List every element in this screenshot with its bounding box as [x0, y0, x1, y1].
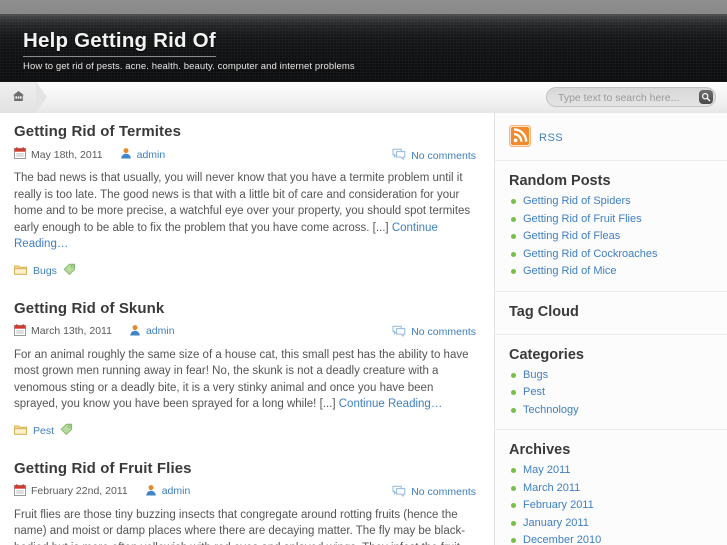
post-footer: Bugs — [14, 262, 480, 280]
user-icon — [129, 324, 141, 339]
widget-categories: Categories Bugs Pest Technology — [495, 335, 727, 430]
user-icon — [145, 484, 157, 499]
calendar-icon — [14, 323, 26, 339]
widget-rss: RSS — [495, 113, 727, 161]
archive-link[interactable]: January 2011 — [523, 517, 589, 529]
post-author-link[interactable]: admin — [137, 149, 166, 161]
user-icon — [120, 147, 132, 162]
post-categories[interactable]: Pest — [33, 425, 54, 437]
archive-link[interactable]: February 2011 — [523, 499, 594, 511]
category-link[interactable]: Pest — [523, 386, 545, 398]
list-item[interactable]: December 2010 — [509, 532, 713, 545]
widget-random-posts: Random Posts Getting Rid of Spiders Gett… — [495, 161, 727, 292]
post-comments[interactable]: No comments — [392, 325, 476, 340]
post-comments[interactable]: No comments — [392, 485, 476, 500]
archive-link[interactable]: March 2011 — [523, 482, 580, 494]
post-title[interactable]: Getting Rid of Termites — [14, 123, 480, 140]
calendar-icon — [14, 483, 26, 499]
search-input[interactable] — [556, 88, 690, 108]
post-comments[interactable]: No comments — [392, 148, 476, 163]
post-categories[interactable]: Bugs — [33, 265, 57, 277]
rss-icon — [509, 125, 531, 150]
post-author-link[interactable]: admin — [146, 325, 175, 337]
archives-list: May 2011 March 2011 February 2011 Januar… — [509, 462, 713, 545]
breadcrumb-home-tab[interactable] — [0, 82, 47, 113]
post-date: May 18th, 2011 — [31, 148, 103, 161]
categories-list: Bugs Pest Technology — [509, 367, 713, 420]
post-author-link[interactable]: admin — [162, 485, 191, 497]
random-post-link[interactable]: Getting Rid of Fruit Flies — [523, 213, 642, 225]
list-item[interactable]: Getting Rid of Fleas — [509, 228, 713, 246]
rss-row[interactable]: RSS — [509, 125, 713, 150]
site-title[interactable]: Help Getting Rid Of — [23, 30, 216, 57]
widget-title-archives: Archives — [509, 442, 571, 458]
folder-icon — [14, 264, 27, 278]
random-post-link[interactable]: Getting Rid of Mice — [523, 265, 617, 277]
post-meta: May 18th, 2011 admin No comments — [14, 147, 480, 163]
breadcrumb-bar — [0, 82, 727, 114]
post-excerpt: Fruit flies are those tiny buzzing insec… — [14, 507, 480, 545]
list-item[interactable]: Pest — [509, 384, 713, 402]
comment-bubble-icon — [392, 148, 406, 163]
post-title[interactable]: Getting Rid of Skunk — [14, 300, 480, 317]
continue-reading-link[interactable]: Continue Reading… — [339, 398, 443, 410]
random-post-link[interactable]: Getting Rid of Spiders — [523, 195, 631, 207]
widget-title-tag-cloud: Tag Cloud — [509, 303, 579, 320]
post-meta: March 13th, 2011 admin No comments — [14, 323, 480, 340]
list-item[interactable]: May 2011 — [509, 462, 713, 480]
list-item[interactable]: January 2011 — [509, 515, 713, 533]
site-header: Help Getting Rid Of How to get rid of pe… — [0, 14, 727, 82]
post-comments-label: No comments — [411, 486, 476, 498]
category-link[interactable]: Bugs — [523, 369, 548, 381]
list-item[interactable]: Bugs — [509, 367, 713, 385]
rss-label[interactable]: RSS — [539, 132, 563, 144]
post-date: February 22nd, 2011 — [31, 485, 128, 497]
widget-title-categories: Categories — [509, 346, 584, 363]
random-posts-list: Getting Rid of Spiders Getting Rid of Fr… — [509, 193, 713, 281]
widget-archives: Archives May 2011 March 2011 February 20… — [495, 430, 727, 545]
home-icon — [12, 90, 25, 105]
site-tagline: How to get rid of pests. acne. health. b… — [23, 61, 355, 72]
search-icon — [701, 90, 711, 105]
post-excerpt: For an animal roughly the same size of a… — [14, 347, 480, 413]
folder-icon — [14, 424, 27, 438]
list-item[interactable]: Getting Rid of Mice — [509, 263, 713, 281]
widget-tag-cloud: Tag Cloud — [495, 292, 727, 335]
page-root: Help Getting Rid Of How to get rid of pe… — [0, 0, 727, 545]
comment-bubble-icon — [392, 325, 406, 340]
list-item[interactable]: Technology — [509, 402, 713, 420]
random-post-link[interactable]: Getting Rid of Cockroaches — [523, 248, 658, 260]
post-comments-label: No comments — [411, 326, 476, 338]
list-item[interactable]: Getting Rid of Cockroaches — [509, 246, 713, 264]
category-link[interactable]: Technology — [523, 404, 579, 416]
post-excerpt: The bad news is that usually, you will n… — [14, 170, 480, 253]
sidebar: RSS Random Posts Getting Rid of Spiders … — [495, 113, 727, 545]
list-item[interactable]: Getting Rid of Spiders — [509, 193, 713, 211]
post-excerpt-text: Fruit flies are those tiny buzzing insec… — [14, 508, 466, 545]
list-item[interactable]: Getting Rid of Fruit Flies — [509, 211, 713, 229]
comment-bubble-icon — [392, 485, 406, 500]
post-footer: Pest — [14, 422, 480, 440]
post-item: Getting Rid of Skunk March 13th, 2011 ad… — [0, 290, 494, 440]
top-strip — [0, 0, 727, 14]
post-title[interactable]: Getting Rid of Fruit Flies — [14, 460, 480, 477]
post-list: Getting Rid of Termites May 18th, 2011 a… — [0, 113, 494, 545]
site-branding: Help Getting Rid Of How to get rid of pe… — [23, 30, 355, 73]
search-button[interactable] — [699, 90, 713, 104]
list-item[interactable]: February 2011 — [509, 497, 713, 515]
post-date: March 13th, 2011 — [31, 325, 112, 337]
post-comments-label: No comments — [411, 149, 476, 162]
random-post-link[interactable]: Getting Rid of Fleas — [523, 230, 620, 242]
tag-icon — [60, 423, 73, 438]
list-item[interactable]: March 2011 — [509, 480, 713, 498]
search-box[interactable] — [546, 87, 716, 108]
archive-link[interactable]: December 2010 — [523, 534, 601, 545]
widget-title-random-posts: Random Posts — [509, 173, 611, 189]
calendar-icon — [14, 147, 26, 162]
tag-icon — [63, 263, 76, 278]
archive-link[interactable]: May 2011 — [523, 464, 571, 476]
post-item: Getting Rid of Termites May 18th, 2011 a… — [0, 113, 494, 280]
post-meta: February 22nd, 2011 admin No comments — [14, 483, 480, 500]
post-item: Getting Rid of Fruit Flies February 22nd… — [0, 450, 494, 545]
